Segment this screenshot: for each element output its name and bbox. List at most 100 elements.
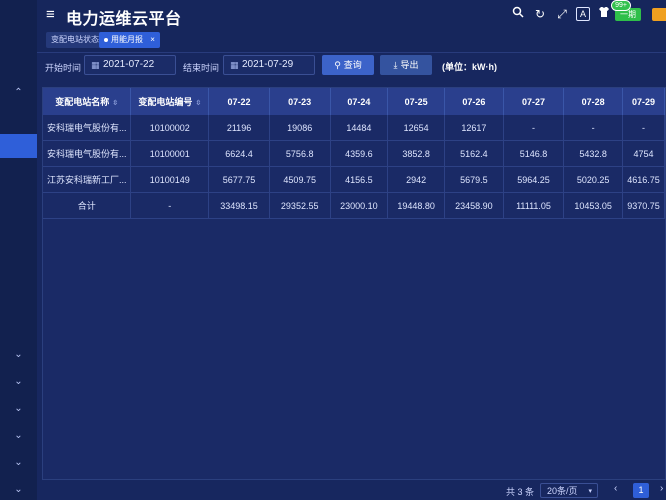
total-count: 共 3 条: [506, 487, 535, 497]
header-toolbar: ↻ ⤢ A: [510, 6, 612, 22]
table-cell: 5020.25: [563, 166, 624, 193]
chevron-down-icon[interactable]: ⌄: [0, 457, 37, 468]
table-cell: 2942: [387, 166, 445, 193]
table-header-row: 变配电站名称 ⇳ 变配电站编号 ⇳ 07-22 07-23 07-24 07-25 …: [43, 88, 665, 115]
start-date-input[interactable]: ▦ 2021-07-22: [84, 55, 176, 75]
table-cell: 安科瑞电气股份有...: [43, 115, 132, 141]
export-button[interactable]: ⤓ 导出: [380, 55, 432, 75]
notification-count-badge: 99+: [611, 0, 631, 11]
next-page-button[interactable]: ›: [660, 483, 663, 494]
table-cell: 安科瑞电气股份有...: [43, 140, 132, 167]
shirt-icon[interactable]: [596, 6, 612, 22]
end-time-label: 结束时间: [183, 63, 220, 73]
chevron-down-icon[interactable]: ⌄: [0, 376, 37, 387]
fullscreen-icon[interactable]: ⤢: [554, 6, 570, 22]
table-total-row[interactable]: 合计 - 33498.15 29352.55 23000.10 19448.80…: [43, 192, 665, 219]
sidebar-item-selected[interactable]: [0, 134, 37, 158]
page-size-value: 20条/页: [547, 486, 578, 496]
table-cell: 9370.75: [622, 192, 665, 219]
search-icon[interactable]: [510, 6, 526, 22]
column-header: 07-25: [387, 88, 445, 115]
column-header: 07-23: [269, 88, 331, 115]
table-cell: 21196: [208, 115, 270, 141]
column-header[interactable]: 变配电站编号 ⇳: [130, 88, 210, 115]
table-cell: 33498.15: [208, 192, 270, 219]
sidebar: ⌃ ⌄ ⌄ ⌄ ⌄ ⌄ ⌄: [0, 0, 37, 500]
chevron-down-icon[interactable]: ⌄: [0, 349, 37, 360]
column-header: 07-27: [503, 88, 565, 115]
column-header: 07-26: [444, 88, 504, 115]
table-cell: -: [622, 115, 665, 141]
export-button-label: 导出: [400, 60, 419, 70]
column-header: 07-28: [563, 88, 624, 115]
refresh-icon[interactable]: ↻: [532, 6, 548, 22]
table-cell: 10453.05: [563, 192, 624, 219]
table-row[interactable]: 江苏安科瑞新工厂... 10100149 5677.75 4509.75 415…: [43, 166, 665, 193]
query-button[interactable]: ⚲ 查询: [322, 55, 374, 75]
tab-bar: 变配电站状态 用能月报 ×: [37, 30, 666, 53]
energy-report-table: 变配电站名称 ⇳ 变配电站编号 ⇳ 07-22 07-23 07-24 07-25 …: [43, 88, 665, 219]
table-cell: 5146.8: [503, 140, 565, 167]
table-cell: 12654: [387, 115, 445, 141]
table-cell: 江苏安科瑞新工厂...: [43, 166, 132, 193]
chevron-down-icon: ▾: [588, 488, 592, 495]
table-cell: 23000.10: [330, 192, 389, 219]
chevron-down-icon[interactable]: ⌄: [0, 430, 37, 441]
table-cell: 5756.8: [269, 140, 331, 167]
top-header: ≡ 电力运维云平台 ↻ ⤢ A 一期 99+: [37, 0, 666, 30]
table-cell: 5432.8: [563, 140, 624, 167]
table-cell: 19448.80: [387, 192, 445, 219]
search-icon: ⚲: [334, 60, 341, 70]
prev-page-button[interactable]: ‹: [614, 483, 617, 494]
report-table-container[interactable]: 变配电站名称 ⇳ 变配电站编号 ⇳ 07-22 07-23 07-24 07-25 …: [42, 87, 666, 480]
table-cell: 4509.75: [269, 166, 331, 193]
sort-icon: ⇳: [112, 100, 119, 107]
column-header: 07-22: [208, 88, 270, 115]
chevron-down-icon[interactable]: ⌄: [0, 484, 37, 495]
menu-icon[interactable]: ≡: [46, 6, 55, 23]
unit-label: (单位：kW·h): [442, 62, 497, 72]
table-cell: 5162.4: [444, 140, 504, 167]
table-cell: 10100001: [130, 140, 210, 167]
table-cell: 11111.05: [503, 192, 565, 219]
column-header: 07-24: [330, 88, 389, 115]
tab-label: 变配电站状态: [51, 35, 99, 44]
table-cell: 4156.5: [330, 166, 389, 193]
column-header: 07-29: [622, 88, 665, 115]
table-cell: 14484: [330, 115, 389, 141]
page-size-select[interactable]: 20条/页 ▾: [540, 483, 598, 498]
column-header[interactable]: 变配电站名称 ⇳: [43, 88, 132, 115]
table-row[interactable]: 安科瑞电气股份有... 10100002 21196 19086 14484 1…: [43, 115, 665, 141]
table-cell: 10100149: [130, 166, 210, 193]
table-cell: 3852.8: [387, 140, 445, 167]
filter-bar: 开始时间 ▦ 2021-07-22 结束时间 ▦ 2021-07-29 ⚲ 查询 …: [37, 52, 666, 82]
table-cell: 5677.75: [208, 166, 270, 193]
table-cell: -: [130, 192, 210, 219]
close-icon[interactable]: ×: [150, 35, 155, 44]
table-cell: 19086: [269, 115, 331, 141]
page-number-current[interactable]: 1: [633, 483, 649, 498]
translate-icon[interactable]: A: [576, 7, 590, 21]
table-cell: 6624.4: [208, 140, 270, 167]
table-cell: 10100002: [130, 115, 210, 141]
theme-button[interactable]: [652, 8, 666, 21]
tab-monthly-energy-report[interactable]: 用能月报 ×: [99, 32, 160, 48]
tab-station-status[interactable]: 变配电站状态: [46, 32, 104, 48]
calendar-icon: ▦: [230, 60, 239, 70]
table-row[interactable]: 安科瑞电气股份有... 10100001 6624.4 5756.8 4359.…: [43, 140, 665, 167]
table-cell: 5964.25: [503, 166, 565, 193]
table-cell: 合计: [43, 192, 132, 219]
start-date-value: 2021-07-22: [103, 59, 155, 70]
table-cell: 29352.55: [269, 192, 331, 219]
table-cell: 4754: [622, 140, 665, 167]
table-cell: 4616.75: [622, 166, 665, 193]
chevron-up-icon: ⌃: [14, 87, 23, 98]
chevron-down-icon[interactable]: ⌄: [0, 403, 37, 414]
table-cell: 5679.5: [444, 166, 504, 193]
pagination: 共 3 条 20条/页 ▾ ‹ 1 ›: [37, 480, 666, 500]
sidebar-collapse-toggle[interactable]: ⌃: [0, 80, 37, 106]
table-cell: -: [503, 115, 565, 141]
table-cell: -: [563, 115, 624, 141]
active-dot-icon: [104, 37, 108, 42]
end-date-input[interactable]: ▦ 2021-07-29: [223, 55, 315, 75]
